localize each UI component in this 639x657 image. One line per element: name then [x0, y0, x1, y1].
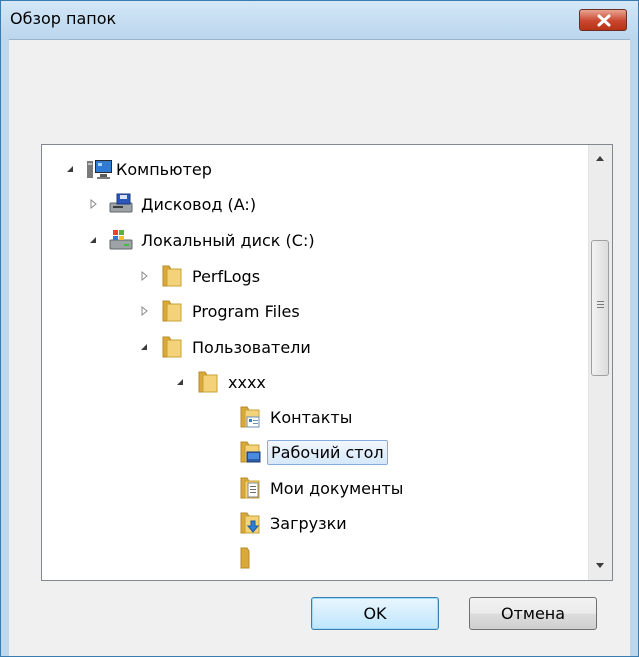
title-bar[interactable]: Обзор папок	[1, 1, 638, 39]
close-button[interactable]	[579, 9, 627, 31]
vertical-scrollbar[interactable]	[588, 145, 612, 580]
browse-folder-dialog: Обзор папок Компьютер Дисковод (A:) Лока…	[0, 0, 639, 657]
scroll-down-button[interactable]	[589, 554, 611, 578]
tree-item-downloads[interactable]: Загрузки	[238, 508, 350, 538]
tree-item-label: Контакты	[270, 407, 353, 427]
floppy-drive-icon	[109, 192, 133, 216]
collapsed-toggle-icon[interactable]	[136, 268, 152, 284]
tree-item-my-documents[interactable]: Мои документы	[238, 473, 406, 503]
collapsed-toggle-icon[interactable]	[136, 303, 152, 319]
tree-item-label: Компьютер	[116, 159, 212, 179]
collapsed-toggle-icon[interactable]	[85, 196, 101, 212]
expanded-toggle-icon[interactable]	[136, 339, 152, 355]
documents-folder-icon	[238, 476, 262, 500]
tree-item-label: Дисковод (A:)	[141, 194, 257, 214]
tree-item-label: Пользователи	[192, 337, 311, 357]
tree-item-local-disk[interactable]: Локальный диск (C:)	[85, 225, 318, 255]
tree-item-label: Program Files	[192, 301, 300, 321]
folder-icon	[160, 264, 184, 288]
expanded-toggle-icon[interactable]	[85, 232, 101, 248]
tree-item-floppy-drive[interactable]: Дисковод (A:)	[85, 189, 259, 219]
tree-item-partial[interactable]	[238, 543, 267, 573]
thumb-grip	[597, 304, 604, 305]
contacts-folder-icon	[238, 405, 262, 429]
dialog-body: Компьютер Дисковод (A:) Локальный диск (…	[9, 39, 630, 656]
close-icon	[597, 14, 611, 27]
expanded-toggle-icon[interactable]	[62, 161, 78, 177]
scroll-thumb[interactable]	[591, 240, 609, 376]
scroll-down-arrow-icon	[596, 563, 604, 568]
local-disk-icon	[109, 228, 133, 252]
tree-item-label: Локальный диск (C:)	[141, 230, 315, 250]
scroll-up-arrow-icon	[596, 156, 604, 161]
tree-item-program-files[interactable]: Program Files	[136, 296, 303, 326]
tree-item-contacts[interactable]: Контакты	[238, 402, 355, 432]
desktop-folder-icon	[238, 440, 262, 464]
tree-item-label: PerfLogs	[192, 266, 261, 286]
folder-icon	[160, 299, 184, 323]
tree-item-user-xxxx[interactable]: xxxx	[172, 367, 269, 397]
expanded-toggle-icon[interactable]	[172, 374, 188, 390]
tree-item-computer[interactable]: Компьютер	[62, 154, 215, 184]
tree-item-perflogs[interactable]: PerfLogs	[136, 261, 263, 291]
tree-item-label: Загрузки	[270, 513, 347, 533]
computer-icon	[86, 157, 112, 181]
folder-icon	[196, 370, 220, 394]
cancel-button[interactable]: Отмена	[469, 597, 597, 630]
thumb-grip	[597, 307, 604, 308]
ok-button[interactable]: OK	[311, 597, 439, 630]
tree-item-label: Рабочий стол	[267, 439, 388, 465]
scroll-up-button[interactable]	[589, 147, 611, 171]
folder-icon	[160, 335, 184, 359]
tree-item-users[interactable]: Пользователи	[136, 332, 314, 362]
folder-tree[interactable]: Компьютер Дисковод (A:) Локальный диск (…	[41, 144, 613, 581]
tree-item-label: Мои документы	[270, 478, 404, 498]
thumb-grip	[597, 301, 604, 302]
downloads-folder-icon	[238, 511, 262, 535]
folder-icon	[238, 546, 262, 570]
tree-item-label: xxxx	[228, 372, 266, 392]
dialog-title: Обзор папок	[10, 9, 117, 28]
tree-item-desktop[interactable]: Рабочий стол	[238, 437, 388, 467]
